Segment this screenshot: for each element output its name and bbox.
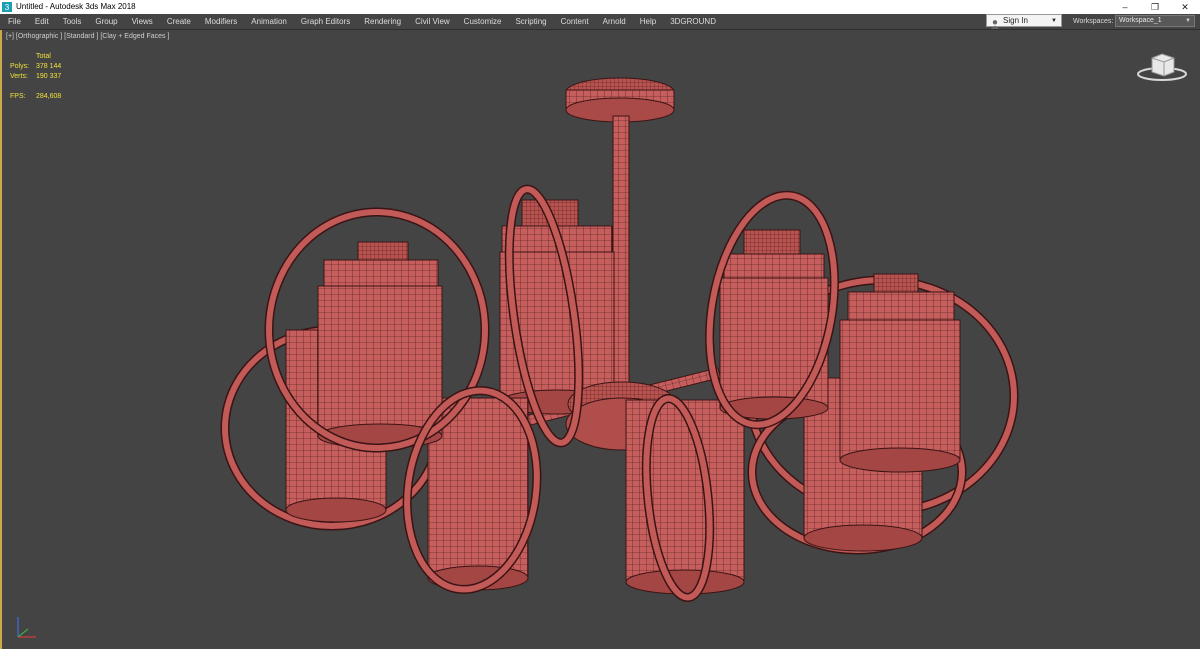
menu-help[interactable]: Help bbox=[633, 14, 663, 29]
dropdown-arrow-icon: ▼ bbox=[1185, 18, 1191, 24]
polys-label: Polys: bbox=[10, 63, 30, 70]
workspace-value: Workspace_1 bbox=[1119, 17, 1162, 24]
menu-tools[interactable]: Tools bbox=[56, 14, 89, 29]
polys-value: 378 144 bbox=[36, 63, 62, 70]
menu-arnold[interactable]: Arnold bbox=[596, 14, 633, 29]
menu-create[interactable]: Create bbox=[160, 14, 198, 29]
statistics-overlay: Total Polys: 378 144 Verts: 190 337 FPS: 28… bbox=[10, 52, 96, 102]
menu-animation[interactable]: Animation bbox=[244, 14, 294, 29]
menu-rendering[interactable]: Rendering bbox=[357, 14, 408, 29]
verts-value: 190 337 bbox=[36, 73, 62, 80]
close-button[interactable]: ✕ bbox=[1170, 0, 1200, 14]
axis-gizmo-icon bbox=[12, 613, 42, 641]
menu-3dground[interactable]: 3DGROUND bbox=[663, 14, 723, 29]
viewcube-icon[interactable] bbox=[1136, 52, 1188, 82]
dropdown-arrow-icon: ▼ bbox=[1051, 17, 1057, 24]
menu-civil-view[interactable]: Civil View bbox=[408, 14, 457, 29]
menu-edit[interactable]: Edit bbox=[28, 14, 56, 29]
window-title: Untitled - Autodesk 3ds Max 2018 bbox=[16, 2, 136, 11]
menu-group[interactable]: Group bbox=[88, 14, 124, 29]
menu-graph-editors[interactable]: Graph Editors bbox=[294, 14, 357, 29]
minimize-button[interactable]: – bbox=[1110, 0, 1140, 14]
menu-modifiers[interactable]: Modifiers bbox=[198, 14, 244, 29]
fps-label: FPS: bbox=[10, 93, 26, 100]
fps-value: 284,608 bbox=[36, 93, 62, 100]
workspace-select[interactable]: Workspace_1 ▼ bbox=[1115, 15, 1195, 27]
menu-scripting[interactable]: Scripting bbox=[508, 14, 553, 29]
sign-in-label: Sign In bbox=[1003, 16, 1028, 25]
title-bar: 3 Untitled - Autodesk 3ds Max 2018 – ❐ ✕ bbox=[0, 0, 1200, 14]
stats-header: Total bbox=[36, 53, 51, 60]
menu-customize[interactable]: Customize bbox=[457, 14, 509, 29]
viewport[interactable]: [+] [Orthographic ] [Standard ] [Clay + … bbox=[0, 30, 1200, 649]
verts-label: Verts: bbox=[10, 73, 28, 80]
menu-views[interactable]: Views bbox=[125, 14, 160, 29]
svg-text:3: 3 bbox=[5, 3, 10, 12]
app-icon: 3 bbox=[2, 2, 12, 12]
maximize-button[interactable]: ❐ bbox=[1140, 0, 1170, 14]
sign-in-dropdown[interactable]: Sign In ▼ bbox=[986, 14, 1062, 29]
workspaces-label: Workspaces: bbox=[1073, 18, 1114, 25]
menu-content[interactable]: Content bbox=[554, 14, 596, 29]
user-icon bbox=[990, 16, 1000, 29]
viewport-label[interactable]: [+] [Orthographic ] [Standard ] [Clay + … bbox=[6, 33, 169, 40]
menu-file[interactable]: File bbox=[0, 14, 28, 29]
chandelier-model[interactable] bbox=[2, 30, 1200, 649]
window-controls: – ❐ ✕ bbox=[1110, 0, 1200, 14]
